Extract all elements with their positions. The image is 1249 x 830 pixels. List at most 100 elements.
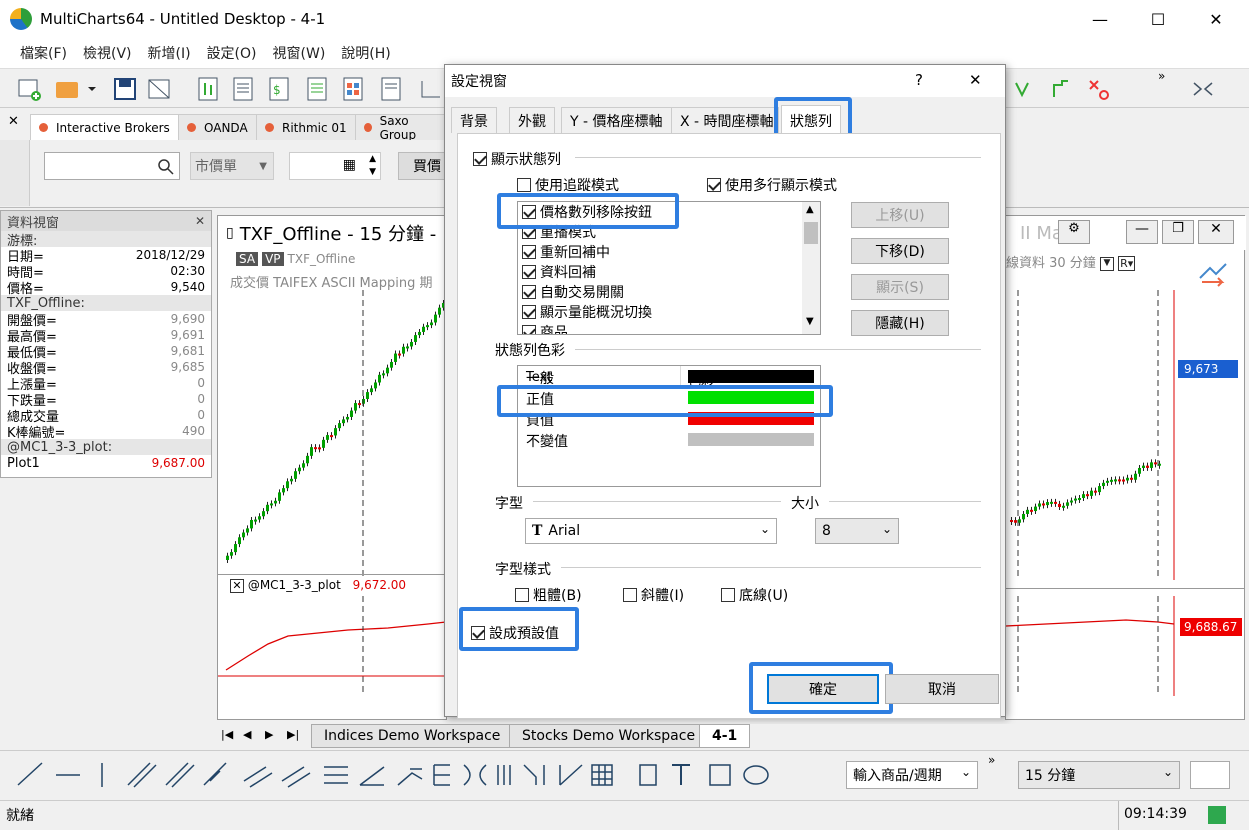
color-row[interactable]: 一般: [518, 366, 820, 387]
status-list-item[interactable]: 資料回補: [518, 262, 820, 282]
next-tab-icon[interactable]: ▶: [265, 728, 273, 741]
signal-down-icon[interactable]: [1010, 75, 1036, 103]
order-type-select[interactable]: 市價單 ▼: [190, 152, 274, 180]
toolbar-more-icon[interactable]: »: [1158, 69, 1165, 83]
chart-time-icon[interactable]: [418, 75, 444, 103]
color-row[interactable]: 正值: [518, 387, 820, 408]
channel-icon[interactable]: [165, 762, 195, 788]
order-book-icon[interactable]: [304, 75, 330, 103]
tab-x-axis[interactable]: X - 時間座標軸: [671, 107, 779, 133]
grid-icon[interactable]: [591, 764, 613, 786]
data-window-close-icon[interactable]: ✕: [195, 214, 205, 228]
menu-file[interactable]: 檔案(F): [20, 43, 67, 63]
scroll-thumb[interactable]: [804, 222, 818, 244]
chart-settings-icon[interactable]: ⚙: [1058, 220, 1090, 244]
move-down-button[interactable]: 下移(D): [851, 238, 949, 264]
close-window-icon[interactable]: [146, 75, 172, 103]
italic-checkbox[interactable]: 斜體(I): [623, 585, 684, 605]
open-folder-icon[interactable]: [54, 75, 80, 103]
symbol-interval-input[interactable]: 輸入商品/週期 ⌄: [846, 761, 978, 789]
dom-icon[interactable]: $: [266, 75, 292, 103]
pitchfork-icon[interactable]: [203, 762, 227, 786]
tab-y-axis[interactable]: Y - 價格座標軸: [561, 107, 672, 133]
broker-tab-saxo[interactable]: Saxo Group: [355, 114, 447, 140]
range-button[interactable]: R▾: [1118, 256, 1136, 271]
show-status-checkbox[interactable]: 顯示狀態列: [473, 149, 561, 169]
fib-arcs-icon[interactable]: [433, 764, 450, 786]
andrews-icon[interactable]: [281, 766, 311, 788]
chart-close-icon[interactable]: ✕: [1198, 220, 1234, 244]
font-select[interactable]: T Arial ⌄: [525, 518, 777, 544]
menu-insert[interactable]: 新增(I): [148, 43, 191, 63]
tab-status-line[interactable]: 狀態列: [781, 105, 841, 135]
status-list-item[interactable]: 自動交易開關: [518, 282, 820, 302]
fib-time-zones-icon[interactable]: [497, 765, 511, 785]
ellipse-icon[interactable]: [743, 765, 769, 785]
tab-background[interactable]: 背景: [451, 107, 497, 133]
broker-tab-ib[interactable]: Interactive Brokers: [30, 114, 179, 140]
status-list-item[interactable]: 重播模式: [518, 222, 820, 242]
cancel-button[interactable]: 取消: [885, 674, 999, 704]
tracking-mode-checkbox[interactable]: 使用追蹤模式: [517, 175, 619, 195]
list-scrollbar[interactable]: ▲ ▼: [802, 202, 820, 334]
color-row[interactable]: 負值: [518, 408, 820, 429]
calculator-icon[interactable]: [639, 764, 657, 786]
broker-tab-oanda[interactable]: OANDA: [178, 114, 257, 140]
status-list-item[interactable]: 重新回補中: [518, 242, 820, 262]
parallel-channel-icon[interactable]: [127, 762, 157, 788]
stepper-arrows-icon[interactable]: ▲ ▼: [369, 153, 376, 179]
color-swatch[interactable]: [688, 433, 814, 446]
menu-help[interactable]: 說明(H): [341, 43, 390, 63]
vp-button[interactable]: VP: [262, 252, 284, 266]
fibonacci-retracement-icon[interactable]: [324, 766, 348, 784]
chart-window-icon[interactable]: [195, 75, 221, 103]
broker-tab-rithmic[interactable]: Rithmic 01: [256, 114, 356, 140]
sa-button[interactable]: SA: [236, 252, 259, 266]
quantity-input[interactable]: [1190, 761, 1230, 789]
ok-button[interactable]: 確定: [767, 674, 879, 704]
portfolio-icon[interactable]: [378, 75, 404, 103]
scroll-down-icon[interactable]: ▼: [806, 316, 814, 327]
status-list-item[interactable]: 顯示量能概況切換: [518, 302, 820, 322]
hide-button[interactable]: 隱藏(H): [851, 310, 949, 336]
speed-lines-icon[interactable]: [523, 764, 545, 785]
trendline-icon[interactable]: [17, 762, 43, 786]
new-desktop-icon[interactable]: [16, 75, 42, 103]
gann-icon[interactable]: [243, 766, 273, 788]
status-list-item[interactable]: 商品: [518, 322, 820, 334]
maximize-button[interactable]: ☐: [1135, 0, 1181, 38]
chart-window-right[interactable]: II Map ⚙ — ❐ ✕ 線資料 30 分鐘 ▼ R▾ 9,673 9,68…: [1005, 215, 1246, 720]
workspace-tab-stocks[interactable]: Stocks Demo Workspace: [509, 724, 709, 748]
rectangle-icon[interactable]: [709, 764, 731, 786]
trade-arrows-icon[interactable]: [1196, 258, 1230, 288]
chevron-down-icon[interactable]: ▼: [1099, 256, 1114, 271]
quantity-stepper[interactable]: ▦ ▲ ▼: [289, 152, 381, 180]
status-items-list[interactable]: 價格數列移除按鈕 重播模式 重新回補中 資料回補 自動交易開關 顯示量能概況切換 商品 ▲ …: [517, 201, 821, 335]
last-tab-icon[interactable]: ▶|: [287, 728, 299, 741]
symbol-search-input[interactable]: [44, 152, 180, 180]
chart-restore-icon[interactable]: ❐: [1162, 220, 1194, 244]
scroll-up-icon[interactable]: ▲: [806, 204, 814, 215]
toolbar-more-icon[interactable]: »: [988, 753, 995, 767]
signal-up-icon[interactable]: [1048, 75, 1074, 103]
fib-time-icon[interactable]: [463, 764, 487, 786]
show-button[interactable]: 顯示(S): [851, 274, 949, 300]
grid-window-icon[interactable]: [340, 75, 366, 103]
size-select[interactable]: 8 ⌄: [815, 518, 899, 544]
dialog-close-icon[interactable]: ✕: [969, 71, 982, 89]
menu-window[interactable]: 視窗(W): [273, 43, 326, 63]
interval-select[interactable]: 15 分鐘 ⌄: [1018, 761, 1180, 789]
tab-appearance[interactable]: 外觀: [509, 107, 555, 133]
fib-fan-icon[interactable]: [359, 766, 385, 786]
regression-icon[interactable]: [559, 764, 583, 786]
underline-checkbox[interactable]: 底線(U): [721, 585, 788, 605]
status-list-item[interactable]: 價格數列移除按鈕: [518, 202, 820, 222]
indicator-close-icon[interactable]: ✕: [230, 579, 244, 593]
text-icon[interactable]: [672, 764, 690, 785]
minimize-button[interactable]: —: [1077, 0, 1123, 38]
color-swatch[interactable]: [688, 412, 814, 425]
workspace-tab-4-1[interactable]: 4-1: [699, 724, 751, 748]
close-button[interactable]: ✕: [1193, 0, 1239, 38]
color-swatch[interactable]: [688, 391, 814, 404]
buy-button[interactable]: 買價: [398, 152, 448, 180]
